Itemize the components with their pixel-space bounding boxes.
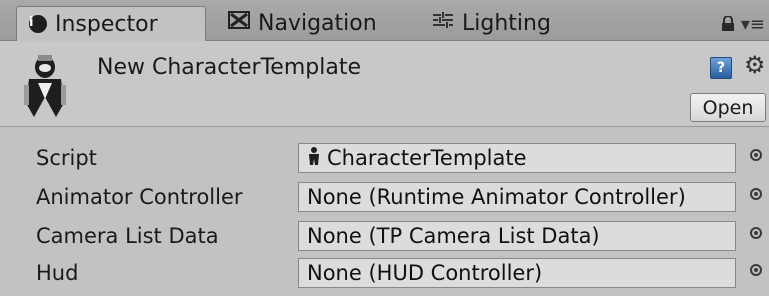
property-label: Hud	[36, 261, 79, 285]
character-template-icon	[20, 51, 70, 123]
property-label: Camera List Data	[36, 224, 219, 248]
camera-list-data-field[interactable]: None (TP Camera List Data)	[298, 221, 736, 251]
object-picker-icon[interactable]	[750, 149, 762, 161]
script-icon	[307, 146, 321, 171]
navigation-icon	[228, 10, 250, 36]
property-list: Script CharacterTemplate Animator Contro…	[0, 127, 769, 296]
object-picker-icon[interactable]	[750, 227, 762, 239]
lock-icon[interactable]	[721, 15, 735, 36]
property-label: Script	[36, 146, 97, 170]
hud-field[interactable]: None (HUD Controller)	[298, 258, 736, 288]
help-icon[interactable]: ?	[710, 57, 732, 79]
open-button[interactable]: Open	[690, 93, 766, 122]
gear-icon[interactable]: ⚙	[744, 51, 766, 79]
property-row-hud: Hud None (HUD Controller)	[0, 256, 769, 290]
field-value: None (Runtime Animator Controller)	[307, 185, 686, 209]
tab-label: Inspector	[55, 11, 158, 37]
property-row-camera-list-data: Camera List Data None (TP Camera List Da…	[0, 219, 769, 253]
object-picker-icon[interactable]	[750, 188, 762, 200]
tab-label: Navigation	[258, 10, 377, 36]
object-picker-icon[interactable]	[750, 264, 762, 276]
property-row-animator-controller: Animator Controller None (Runtime Animat…	[0, 180, 769, 214]
tab-lighting[interactable]: Lighting	[432, 6, 582, 40]
asset-title: New CharacterTemplate	[97, 55, 361, 80]
tab-inspector[interactable]: i Inspector	[16, 6, 206, 41]
animator-controller-field[interactable]: None (Runtime Animator Controller)	[298, 182, 736, 212]
lighting-icon	[432, 10, 454, 36]
property-row-script: Script CharacterTemplate	[0, 141, 769, 175]
field-value: CharacterTemplate	[327, 146, 527, 170]
field-value: None (TP Camera List Data)	[307, 224, 600, 248]
panel-menu-icon[interactable]: ▾≡	[741, 14, 765, 35]
tab-navigation[interactable]: Navigation	[228, 6, 398, 40]
inspector-header: New CharacterTemplate ? ⚙ Open	[0, 41, 769, 127]
field-value: None (HUD Controller)	[307, 261, 543, 285]
property-label: Animator Controller	[36, 185, 243, 209]
script-field[interactable]: CharacterTemplate	[298, 143, 736, 173]
info-icon: i	[29, 15, 47, 33]
tab-bar: i Inspector Navigation Lighting ▾≡	[0, 0, 769, 41]
tab-label: Lighting	[462, 10, 551, 36]
